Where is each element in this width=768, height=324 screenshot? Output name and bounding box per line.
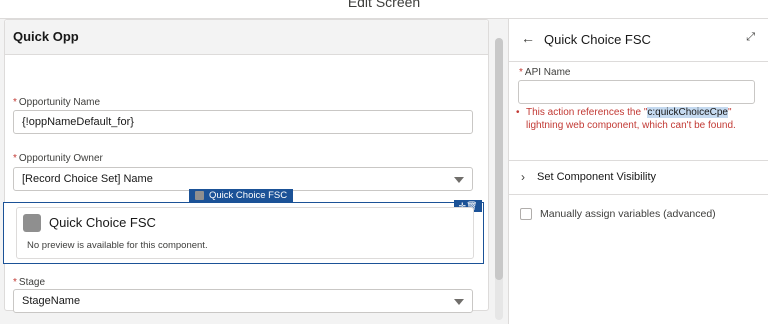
component-icon (195, 191, 204, 200)
panel-header: ← Quick Choice FSC ⤢ (509, 19, 768, 62)
api-name-label: * API Name (519, 67, 570, 78)
card-header: Quick Opp (5, 20, 488, 55)
required-mark: * (519, 67, 523, 78)
stage-label: * Stage (13, 277, 45, 288)
opportunity-name-label-text: Opportunity Name (18, 97, 101, 108)
scrollbar-thumb[interactable] (495, 38, 503, 280)
required-mark: * (13, 277, 17, 288)
opportunity-owner-label: * Opportunity Owner (13, 153, 103, 164)
component-title: Quick Choice FSC (49, 215, 156, 230)
opportunity-owner-select[interactable]: [Record Choice Set] Name (13, 167, 473, 191)
selected-component-tag[interactable]: Quick Choice FSC (189, 189, 294, 202)
canvas-scrollbar[interactable] (495, 38, 503, 320)
top-bar: Edit Screen (0, 0, 768, 19)
error-component-name: c:quickChoiceCpe (647, 107, 728, 118)
error-message: • This action references the "c:quickCho… (516, 106, 736, 132)
window-title: Edit Screen (347, 0, 421, 10)
api-name-input[interactable] (518, 80, 755, 104)
chevron-right-icon: › (521, 170, 525, 184)
required-mark: * (13, 97, 17, 108)
chevron-down-icon (454, 299, 464, 305)
properties-panel: ← Quick Choice FSC ⤢ * API Name • This ac… (508, 19, 768, 324)
required-mark: * (13, 153, 17, 164)
opportunity-name-label: * Opportunity Name (13, 97, 100, 108)
stage-value: StageName (22, 295, 81, 307)
divider (509, 194, 768, 195)
opportunity-owner-value: [Record Choice Set] Name (22, 173, 153, 185)
expand-icon[interactable]: ⤢ (746, 31, 755, 44)
chevron-down-icon (454, 177, 464, 183)
api-name-label-text: API Name (524, 67, 571, 78)
opportunity-owner-label-text: Opportunity Owner (18, 153, 103, 164)
manual-variables-label: Manually assign variables (advanced) (540, 208, 716, 220)
error-bullet: • (516, 107, 520, 118)
manual-variables-checkbox[interactable] (520, 208, 532, 220)
selected-component-tag-label: Quick Choice FSC (209, 190, 288, 201)
component-note: No preview is available for this compone… (27, 240, 208, 251)
screen-card: Quick Opp * Opportunity Name {!oppNameDef… (4, 19, 489, 313)
error-text-pre: This action references the " (526, 107, 648, 118)
stage-label-text: Stage (18, 277, 46, 288)
opportunity-name-input[interactable]: {!oppNameDefault_for} (13, 110, 473, 134)
card-title: Quick Opp (13, 29, 79, 44)
back-arrow-icon[interactable]: ← (521, 30, 535, 46)
section-label: Set Component Visibility (537, 171, 657, 183)
panel-title: Quick Choice FSC (544, 32, 651, 47)
set-component-visibility-section[interactable]: › Set Component Visibility (509, 161, 768, 194)
component-preview: Quick Choice FSC No preview is available… (16, 207, 474, 259)
stage-select[interactable]: StageName (13, 289, 473, 313)
component-icon (23, 214, 41, 232)
